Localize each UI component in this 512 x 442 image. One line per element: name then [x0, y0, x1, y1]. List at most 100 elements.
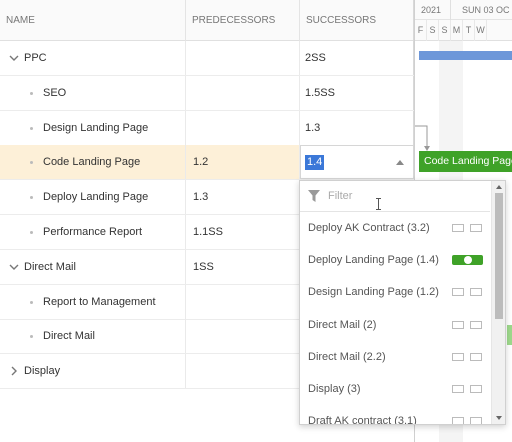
- timeline-week: SUN 03 OC: [462, 5, 510, 15]
- predecessors-cell[interactable]: [186, 110, 300, 145]
- bullet-icon: [30, 300, 33, 304]
- timeline-day: M: [451, 20, 463, 41]
- predecessors-cell[interactable]: 1.3: [186, 180, 300, 215]
- grid-header: NAME PREDECESSORS SUCCESSORS: [0, 0, 414, 41]
- dependency-type-checkbox[interactable]: [470, 224, 482, 232]
- chevron-right-icon[interactable]: [9, 366, 19, 376]
- option-label: Draft AK contract (3.1): [308, 415, 417, 425]
- scroll-down-icon[interactable]: [496, 416, 502, 420]
- predecessors-cell[interactable]: 1.2: [186, 145, 300, 180]
- predecessors-cell[interactable]: [186, 75, 300, 110]
- task-name: Design Landing Page: [43, 121, 149, 134]
- chevron-up-icon[interactable]: [396, 160, 404, 165]
- name-cell[interactable]: Design Landing Page: [0, 110, 186, 145]
- dependency-arrow: [415, 125, 430, 151]
- option-label: Display (3): [308, 383, 361, 395]
- option-label: Design Landing Page (1.2): [308, 286, 439, 299]
- task-name: Direct Mail: [24, 260, 76, 273]
- dependency-type-checkbox[interactable]: [452, 352, 464, 361]
- task-name: Code Landing Page: [43, 156, 141, 169]
- task-name: SEO: [43, 86, 67, 99]
- option-label: Direct Mail (2): [308, 318, 377, 331]
- text-cursor-icon: [376, 198, 381, 210]
- predecessors-cell[interactable]: 1.1SS: [186, 215, 300, 249]
- task-name: Direct Mail: [43, 330, 95, 343]
- scrollbar-thumb[interactable]: [495, 193, 503, 319]
- dropdown-option[interactable]: Deploy Landing Page (1.4): [300, 244, 490, 276]
- dropdown-option[interactable]: Display (3): [300, 373, 490, 405]
- week-divider: [450, 0, 451, 20]
- option-label: Direct Mail (2.2): [308, 350, 386, 363]
- dependency-type-checkbox[interactable]: [452, 224, 464, 232]
- filter-placeholder: Filter: [328, 190, 353, 202]
- dropdown-option[interactable]: Direct Mail (2): [300, 309, 490, 341]
- dropdown-option[interactable]: Design Landing Page (1.2): [300, 276, 490, 308]
- dropdown-option[interactable]: Direct Mail (2.2): [300, 341, 490, 373]
- table-row[interactable]: Design Landing Page 1.3: [0, 110, 414, 146]
- timeline-day: S: [439, 20, 451, 41]
- column-header-successors[interactable]: SUCCESSORS: [300, 0, 414, 41]
- dependency-type-checkbox[interactable]: [470, 385, 482, 393]
- predecessors-cell[interactable]: 1SS: [186, 249, 300, 284]
- table-row[interactable]: SEO 1.5SS: [0, 75, 414, 111]
- task-name: Report to Management: [43, 295, 156, 308]
- timeline-year: 2021: [421, 5, 442, 15]
- bullet-icon: [30, 231, 33, 234]
- dependency-type-checkbox[interactable]: [470, 417, 482, 424]
- dependency-type-checkbox[interactable]: [452, 385, 464, 393]
- successors-dropdown: Filter Deploy AK Contract (3.2) Deploy La…: [299, 180, 506, 425]
- task-bar-direct-mail[interactable]: [507, 325, 512, 345]
- table-row[interactable]: PPC 2SS: [0, 41, 414, 76]
- predecessors-cell[interactable]: [186, 354, 300, 389]
- successors-cell[interactable]: 2SS: [300, 41, 414, 75]
- name-cell[interactable]: Direct Mail: [0, 249, 186, 284]
- dependency-type-checkbox[interactable]: [452, 288, 464, 297]
- filter-icon: [308, 190, 320, 202]
- timeline-days: FSSMTW: [415, 20, 512, 41]
- dependency-type-checkbox[interactable]: [470, 352, 482, 361]
- name-cell[interactable]: SEO: [0, 75, 186, 110]
- dropdown-option[interactable]: Draft AK contract (3.1): [300, 405, 490, 425]
- dependency-type-checkbox[interactable]: [470, 320, 482, 329]
- successors-cell[interactable]: 1.5SS: [300, 75, 414, 110]
- chevron-down-icon[interactable]: [9, 262, 19, 272]
- name-cell[interactable]: Display: [0, 354, 186, 389]
- timeline-header-top: 2021 SUN 03 OC: [415, 0, 512, 20]
- bullet-icon: [30, 91, 33, 95]
- scroll-up-icon[interactable]: [496, 185, 502, 189]
- name-cell[interactable]: Performance Report: [0, 215, 186, 249]
- name-cell[interactable]: Code Landing Page: [0, 145, 186, 180]
- toggle-knob: [464, 256, 472, 265]
- timeline-day: T: [463, 20, 475, 41]
- column-header-name[interactable]: NAME: [0, 0, 186, 41]
- task-bar-code-landing-page[interactable]: Code Landing Page: [419, 151, 512, 172]
- dependency-type-checkbox[interactable]: [470, 288, 482, 297]
- successors-editor[interactable]: 1.4: [300, 145, 414, 179]
- name-cell[interactable]: Report to Management: [0, 284, 186, 319]
- dropdown-option[interactable]: Deploy AK Contract (3.2): [300, 212, 490, 244]
- dependency-toggle-on[interactable]: [452, 255, 483, 266]
- chevron-down-icon[interactable]: [9, 53, 19, 63]
- name-cell[interactable]: Deploy Landing Page: [0, 180, 186, 215]
- dependency-type-checkbox[interactable]: [452, 417, 464, 424]
- task-name: Deploy Landing Page: [43, 191, 149, 204]
- task-name: Performance Report: [43, 226, 143, 238]
- bullet-icon: [30, 196, 33, 200]
- column-header-predecessors[interactable]: PREDECESSORS: [186, 0, 300, 41]
- dropdown-scrollbar[interactable]: [491, 181, 505, 424]
- name-cell[interactable]: Direct Mail: [0, 319, 186, 354]
- option-label: Deploy AK Contract (3.2): [308, 222, 430, 234]
- bullet-icon: [30, 126, 33, 130]
- successors-editor-value[interactable]: 1.4: [305, 155, 325, 170]
- predecessors-cell[interactable]: [186, 284, 300, 319]
- bullet-icon: [30, 335, 33, 339]
- dependency-type-checkbox[interactable]: [452, 320, 464, 329]
- filter-field[interactable]: Filter: [300, 181, 490, 212]
- task-bar-ppc[interactable]: [419, 51, 512, 60]
- predecessors-cell[interactable]: [186, 41, 300, 75]
- name-cell[interactable]: PPC: [0, 41, 186, 75]
- predecessors-cell[interactable]: [186, 319, 300, 354]
- successors-cell[interactable]: 1.3: [300, 110, 414, 145]
- timeline-day: S: [427, 20, 439, 41]
- task-name: Display: [24, 365, 61, 378]
